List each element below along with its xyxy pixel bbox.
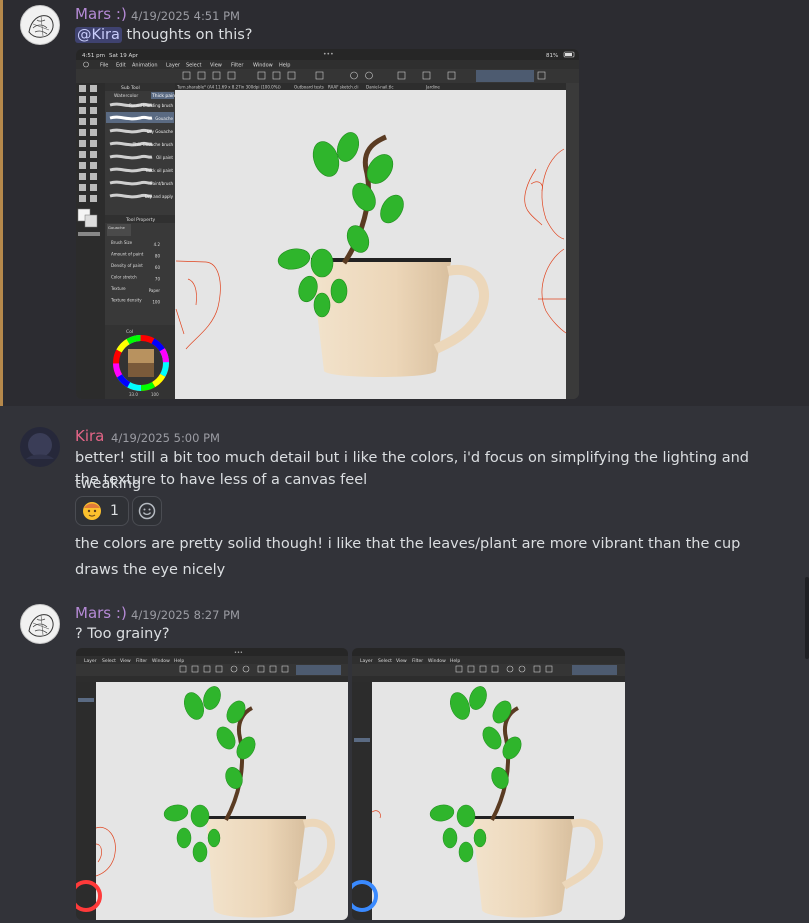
document-tab[interactable]: Outboard tests — [294, 85, 324, 90]
menu-item[interactable]: Window — [152, 658, 170, 664]
clip-studio-screenshot: 4:51 pm Sat 19 Apr ••• 81% File Edit Anima… — [76, 49, 579, 399]
message-line-3: the colors are pretty solid though! i li… — [75, 536, 741, 552]
message-mars-1: Mars :) 4/19/2025 4:51 PM @Kira thoughts… — [0, 0, 809, 406]
property-label: Color stretch — [111, 275, 137, 280]
menu-item[interactable]: View — [120, 658, 131, 664]
avatar[interactable] — [20, 427, 60, 467]
author-name[interactable]: Mars :) — [75, 604, 127, 622]
smiling-face-emoji-icon — [83, 502, 101, 520]
menu-item[interactable]: Select — [378, 658, 392, 664]
property-value: Paper — [149, 288, 161, 293]
image-attachment-2[interactable]: Layer Select View Filter Window Help — [352, 648, 625, 920]
menu-item[interactable]: Filter — [136, 658, 147, 664]
image-attachment-1[interactable]: ••• Layer Select View Filter Window Help — [76, 648, 348, 920]
clip-studio-screenshot: ••• Layer Select View Filter Window Help — [76, 648, 348, 920]
menu-item[interactable]: Animation — [132, 63, 158, 69]
property-label: Texture density — [110, 298, 142, 303]
brush-item[interactable]: Dry Gouache — [147, 129, 174, 134]
svg-text:•••: ••• — [323, 51, 334, 58]
color-value-1: 33.0 — [129, 392, 138, 397]
sub-tool-title: Sub Tool — [121, 85, 140, 91]
menu-item[interactable]: Help — [450, 658, 460, 664]
menu-item[interactable]: Select — [186, 63, 201, 69]
menu-item[interactable]: File — [100, 63, 108, 69]
property-value: 100 — [152, 300, 160, 305]
document-tab[interactable]: RAAF sketch.cli — [328, 85, 359, 90]
message-text: ? Too grainy? — [75, 626, 170, 642]
message-mars-2: Mars :) 4/19/2025 8:27 PM ? Too grainy? … — [0, 598, 809, 923]
author-name[interactable]: Mars :) — [75, 5, 127, 23]
document-tab[interactable]: Daniel-nail.tlc — [366, 85, 394, 90]
status-date: Sat 19 Apr — [109, 53, 139, 59]
brush-item[interactable]: Dry and apply — [145, 194, 174, 199]
avatar-dark-icon — [26, 433, 54, 459]
image-attachment[interactable]: 4:51 pm Sat 19 Apr ••• 81% File Edit Anima… — [76, 49, 579, 399]
menu-item[interactable]: Layer — [166, 63, 181, 69]
menu-item[interactable]: View — [396, 658, 407, 664]
menu-item[interactable]: Help — [279, 63, 290, 69]
document-tab[interactable]: Turn.sharable* (A4 11.69 x 8.27in 300dpi… — [176, 85, 281, 90]
svg-text:•••: ••• — [234, 650, 243, 656]
avatar-sketch-icon — [28, 614, 54, 637]
status-battery: 81% — [546, 53, 558, 59]
tool-property-tool: Gouache — [108, 225, 125, 230]
clip-studio-screenshot: Layer Select View Filter Window Help — [352, 648, 625, 920]
timestamp: 4/19/2025 5:00 PM — [111, 431, 220, 445]
menu-item[interactable]: Filter — [412, 658, 423, 664]
property-value: 4.2 — [154, 242, 161, 247]
mention-highlight-bar — [0, 0, 3, 406]
reaction-button[interactable]: 1 — [75, 496, 129, 526]
property-value: 80 — [155, 254, 161, 259]
property-label: Amount of paint — [111, 252, 144, 257]
brush-item[interactable]: Gouache — [155, 116, 173, 121]
brush-stroke-preview — [109, 128, 153, 134]
brush-tab-thick-paint[interactable]: Thick paint — [151, 93, 177, 99]
avatar[interactable] — [20, 604, 60, 644]
timestamp: 4/19/2025 8:27 PM — [131, 608, 240, 622]
scrollbar-thumb[interactable] — [805, 577, 809, 659]
message-kira: Kira 4/19/2025 5:00 PM better! still a b… — [0, 406, 809, 598]
avatar[interactable] — [20, 5, 60, 45]
property-label: Texture — [110, 286, 126, 291]
brush-item[interactable]: Thin Gouache brush — [132, 142, 174, 147]
document-tab[interactable]: Jardine — [425, 85, 440, 90]
menu-item[interactable]: Select — [102, 658, 116, 664]
reaction-count: 1 — [110, 503, 119, 519]
color-panel-label: Col — [126, 329, 133, 335]
property-label: Density of paint — [111, 263, 143, 268]
message-text: @Kira thoughts on this? — [75, 22, 775, 48]
menu-item[interactable]: View — [210, 63, 222, 69]
menu-item[interactable]: Layer — [360, 658, 373, 664]
brush-item[interactable]: Oil paint — [156, 155, 173, 160]
menu-item[interactable]: Layer — [84, 658, 97, 664]
timestamp: 4/19/2025 4:51 PM — [131, 9, 240, 23]
menu-item[interactable]: Help — [174, 658, 184, 664]
add-reaction-button[interactable] — [132, 496, 162, 526]
brush-item[interactable]: Thick oil paint — [144, 168, 173, 173]
property-label: Brush Size — [111, 240, 133, 245]
property-value: 60 — [155, 265, 161, 270]
message-body: thoughts on this? — [126, 27, 253, 43]
menu-item[interactable]: Window — [428, 658, 446, 664]
tool-property-title: Tool Property — [125, 217, 156, 223]
brush-stroke-preview — [109, 180, 153, 186]
author-name[interactable]: Kira — [75, 427, 104, 445]
menu-item[interactable]: Filter — [231, 63, 244, 69]
status-time: 4:51 pm — [82, 53, 105, 59]
brush-stroke-preview — [109, 154, 153, 160]
mention-kira[interactable]: @Kira — [75, 27, 122, 43]
message-line-2: the texture to have less of a canvas fee… — [75, 472, 368, 488]
property-value: 70 — [155, 277, 161, 282]
message-line-4: draws the eye nicely — [75, 562, 226, 578]
color-value-2: 100 — [151, 392, 159, 397]
add-reaction-icon — [138, 502, 156, 520]
avatar-sketch-icon — [28, 15, 54, 38]
brush-stroke-preview — [109, 115, 153, 121]
menu-item[interactable]: Edit — [116, 63, 126, 69]
brush-item[interactable]: Round blending brush — [129, 103, 173, 108]
brush-item[interactable]: Paint/brush — [150, 181, 173, 186]
brush-tab-watercolor[interactable]: Watercolor — [114, 93, 138, 99]
menu-item[interactable]: Window — [253, 63, 273, 69]
